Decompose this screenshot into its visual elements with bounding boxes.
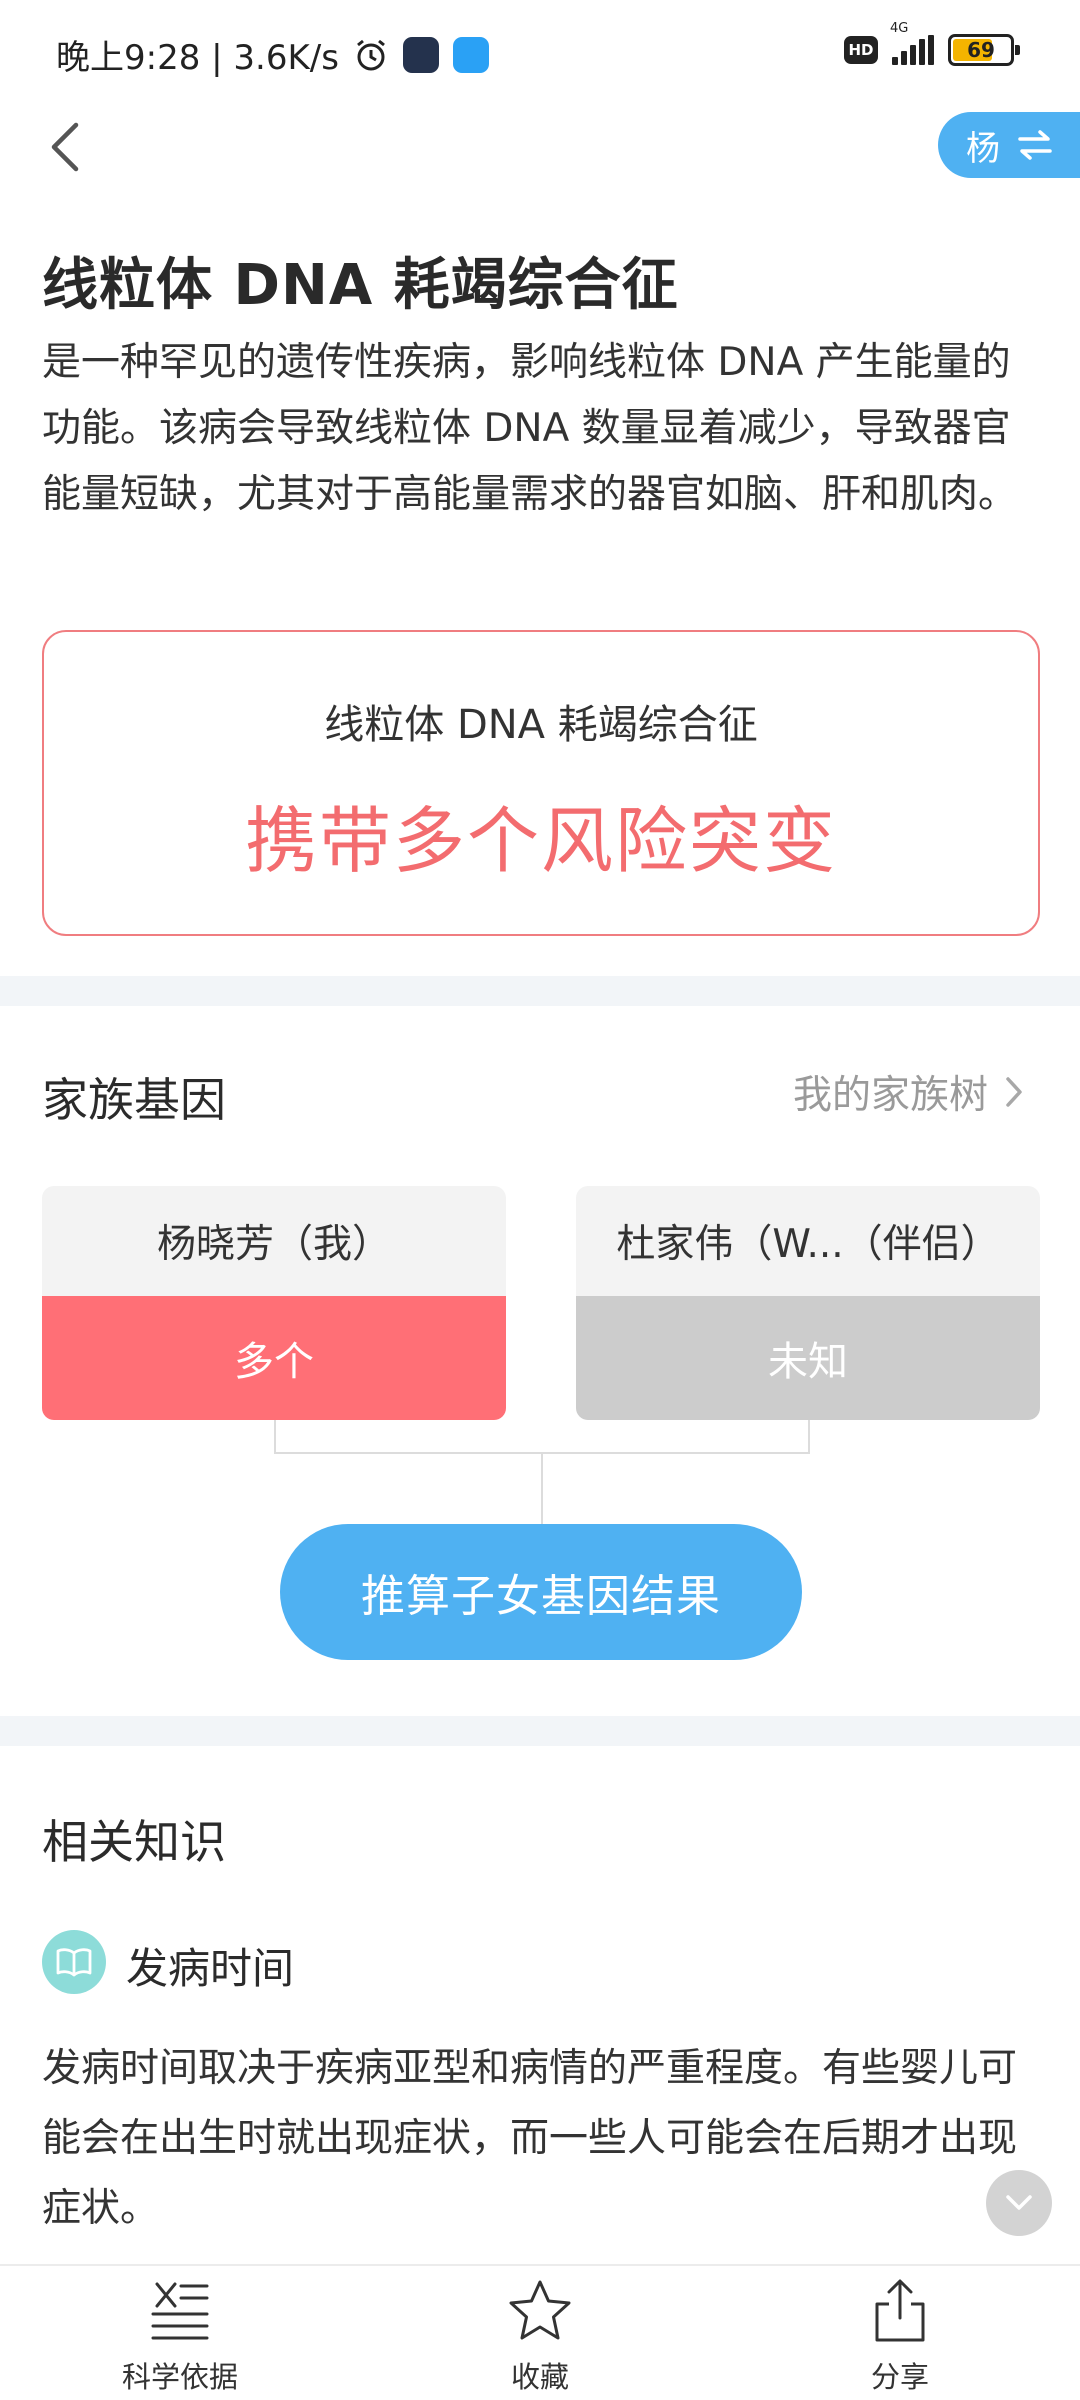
chevron-right-icon xyxy=(1006,1077,1022,1107)
battery-level: 69 xyxy=(967,38,995,62)
book-icon xyxy=(42,1930,106,1994)
app-notification-icon xyxy=(452,36,489,73)
back-button[interactable] xyxy=(40,112,90,182)
share-icon xyxy=(875,2279,925,2342)
knowledge-item-title: 发病时间 xyxy=(126,1944,295,1993)
bottom-toolbar: 科学依据 收藏 分享 xyxy=(0,2264,1080,2400)
signal-icon: 4G xyxy=(890,21,934,65)
star-icon xyxy=(509,2280,571,2340)
switch-user-button[interactable]: 杨 xyxy=(938,112,1080,178)
network-type: 4G xyxy=(890,21,909,36)
family-member-self[interactable]: 杨晓芳（我） 多个 xyxy=(42,1186,506,1420)
tree-connector xyxy=(808,1420,810,1454)
tab-share[interactable]: 分享 xyxy=(750,2266,1050,2400)
app-notification-icon xyxy=(402,36,439,73)
current-user-label: 杨 xyxy=(966,128,1000,169)
status-right: HD 4G 69 xyxy=(844,21,1020,66)
battery-icon: 69 xyxy=(948,34,1020,66)
member-status: 未知 xyxy=(576,1296,1040,1420)
status-bar: 晚上9:28 | 3.6K/s HD 4G 69 xyxy=(0,0,1080,110)
hd-icon: HD xyxy=(844,36,878,64)
chevron-down-icon xyxy=(1006,2195,1032,2210)
risk-status: 携带多个风险突变 xyxy=(244,799,837,883)
family-member-partner[interactable]: 杜家伟（W...（伴侣） 未知 xyxy=(576,1186,1040,1420)
member-status: 多个 xyxy=(42,1296,506,1420)
alarm-icon xyxy=(357,39,385,70)
member-name: 杜家伟（W...（伴侣） xyxy=(576,1186,1040,1296)
section-divider xyxy=(0,1716,1080,1746)
knowledge-section-title: 相关知识 xyxy=(42,1815,226,1869)
tree-connector xyxy=(541,1452,543,1524)
family-tree-link-label: 我的家族树 xyxy=(792,1073,988,1118)
section-divider xyxy=(0,976,1080,1006)
risk-disease-name: 线粒体 DNA 耗竭综合征 xyxy=(324,702,758,748)
tab-label: 科学依据 xyxy=(121,2360,238,2394)
page-title: 线粒体 DNA 耗竭综合征 xyxy=(42,253,679,318)
tab-label: 分享 xyxy=(870,2360,929,2394)
swap-icon xyxy=(1018,130,1052,160)
scroll-down-button[interactable] xyxy=(986,2170,1052,2236)
status-left: 晚上9:28 | 3.6K/s xyxy=(56,30,489,79)
member-name: 杨晓芳（我） xyxy=(42,1186,506,1296)
tree-connector xyxy=(274,1420,276,1454)
knowledge-item-text: 发病时间取决于疾病亚型和病情的严重程度。有些婴儿可能会在出生时就出现症状，而一些… xyxy=(42,2046,1018,2231)
tab-label: 收藏 xyxy=(510,2360,569,2394)
tab-scientific-evidence[interactable]: 科学依据 xyxy=(30,2266,330,2400)
evidence-icon xyxy=(151,2282,209,2340)
status-time: 晚上9:28 | 3.6K/s xyxy=(56,38,339,78)
disease-description: 是一种罕见的遗传性疾病，影响线粒体 DNA 产生能量的功能。该病会导致线粒体 D… xyxy=(42,340,1018,517)
family-tree-link[interactable]: 我的家族树 xyxy=(793,1064,1024,1120)
predict-children-button[interactable]: 推算子女基因结果 xyxy=(280,1524,802,1660)
chevron-left-icon xyxy=(51,122,79,172)
tab-favorite[interactable]: 收藏 xyxy=(390,2266,690,2400)
risk-result-card: 线粒体 DNA 耗竭综合征 携带多个风险突变 xyxy=(42,630,1040,936)
family-section-title: 家族基因 xyxy=(42,1073,226,1127)
